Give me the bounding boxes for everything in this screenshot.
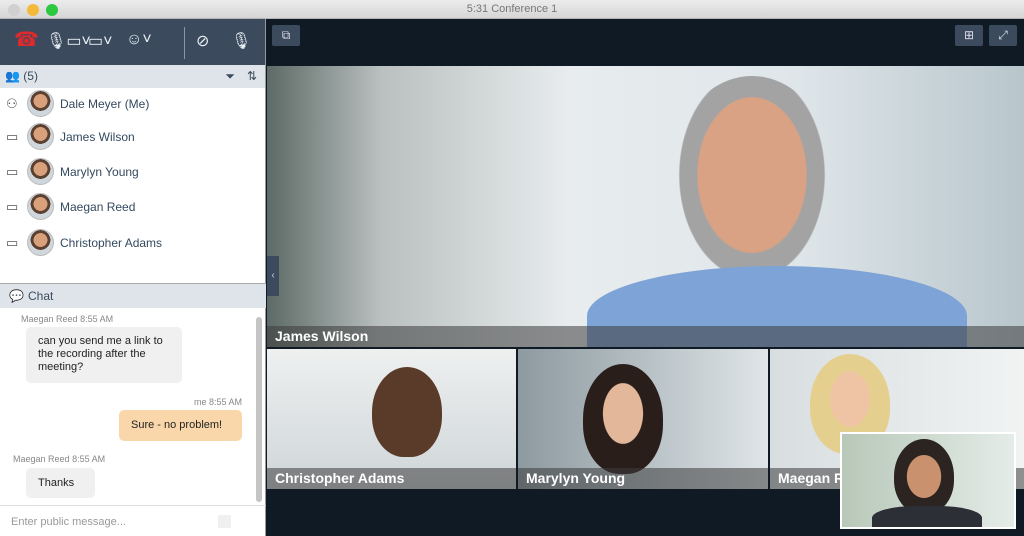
camera-off-icon[interactable]: ⊘: [196, 31, 209, 51]
avatar: [27, 229, 54, 256]
person-icon: ⚇: [6, 96, 18, 111]
message-meta: me 8:55 AM: [194, 397, 243, 407]
hangup-icon[interactable]: ☎: [14, 27, 39, 52]
message-meta: Maegan Reed 8:55 AM: [13, 454, 106, 464]
monitor-icon: ▭: [6, 235, 19, 250]
chat-bubble-icon: 💬: [9, 289, 24, 303]
monitor-icon: ▭: [6, 199, 19, 214]
self-figure: [894, 439, 954, 514]
message-bubble: Thanks: [26, 468, 95, 498]
participant-row[interactable]: ▭ Christopher Adams: [0, 228, 266, 258]
minimize-button[interactable]: [27, 4, 39, 16]
sort-icon[interactable]: ⇅: [247, 65, 257, 88]
mic-camera-icon[interactable]: 🎙▭˅: [46, 31, 91, 51]
avatar: [27, 158, 54, 185]
window-title: 5:31 Conference 1: [466, 3, 558, 15]
close-button[interactable]: [8, 4, 20, 16]
video-area: ⧉ ⊞ ⤢ James Wilson ‹ Christopher Adams M…: [267, 19, 1024, 536]
mic-off-icon[interactable]: 🎙: [231, 31, 251, 51]
participants-header: 👥 (5) ⏷ ⇅: [0, 65, 265, 88]
chat-title: Chat: [28, 289, 54, 303]
avatar: [27, 123, 54, 150]
thumbnail-video[interactable]: Christopher Adams: [267, 349, 516, 489]
message-bubble: can you send me a link to the recording …: [26, 327, 182, 383]
screen-share-icon[interactable]: ▭˅: [88, 31, 112, 51]
participant-name: Maegan Reed: [60, 200, 136, 214]
divider: [184, 27, 185, 59]
participant-row[interactable]: ▭ Maegan Reed: [0, 192, 266, 222]
participant-figure: [583, 364, 663, 474]
thumbnail-video[interactable]: Marylyn Young: [518, 349, 768, 489]
title-bar: 5:31 Conference 1: [0, 0, 1024, 19]
video-label: Marylyn Young: [518, 468, 768, 489]
video-label: Christopher Adams: [267, 468, 516, 489]
participant-icon[interactable]: ☺˅: [126, 31, 152, 49]
participant-figure: [372, 367, 442, 457]
zoom-button[interactable]: [46, 4, 58, 16]
self-suit: [872, 506, 982, 527]
sidebar: ☎ 🎙▭˅ ▭˅ ☺˅ ⊘ 🎙 👥 (5) ⏷ ⇅ ⚇ Dale Meyer (M…: [0, 19, 266, 536]
people-icon: 👥: [5, 69, 20, 83]
collapse-sidebar-icon[interactable]: ‹: [267, 256, 279, 296]
participant-name: Christopher Adams: [60, 236, 163, 250]
chat-scrollbar[interactable]: [256, 317, 262, 502]
self-view-video[interactable]: [840, 432, 1016, 529]
main-video[interactable]: James Wilson ‹: [267, 66, 1024, 347]
message-meta: Maegan Reed 8:55 AM: [21, 314, 114, 324]
emoji-button[interactable]: [218, 515, 231, 528]
avatar: [27, 193, 54, 220]
video-label: James Wilson: [267, 326, 1024, 347]
participant-count: (5): [23, 69, 38, 83]
monitor-icon: ▭: [6, 129, 19, 144]
filter-icon[interactable]: ⏷: [225, 65, 235, 88]
avatar: [27, 90, 54, 117]
chat-header: 💬 Chat: [0, 283, 266, 308]
call-toolbar: ☎ 🎙▭˅ ▭˅ ☺˅ ⊘ 🎙: [0, 19, 265, 65]
participant-name: James Wilson: [60, 130, 135, 144]
speaker-figure: [667, 76, 837, 296]
fullscreen-icon[interactable]: ⤢: [989, 25, 1017, 46]
participant-name: Dale Meyer (Me): [60, 97, 150, 111]
chat-input[interactable]: Enter public message...: [0, 505, 266, 536]
participant-row[interactable]: ▭ Marylyn Young: [0, 157, 266, 187]
participant-row[interactable]: ▭ James Wilson: [0, 122, 266, 152]
monitor-icon: ▭: [6, 164, 19, 179]
participant-name: Marylyn Young: [60, 165, 139, 179]
layout-toggle-icon[interactable]: ⧉: [272, 25, 300, 46]
grid-view-icon[interactable]: ⊞: [955, 25, 983, 46]
message-bubble: Sure - no problem!: [119, 410, 242, 441]
participant-row[interactable]: ⚇ Dale Meyer (Me): [0, 89, 266, 119]
